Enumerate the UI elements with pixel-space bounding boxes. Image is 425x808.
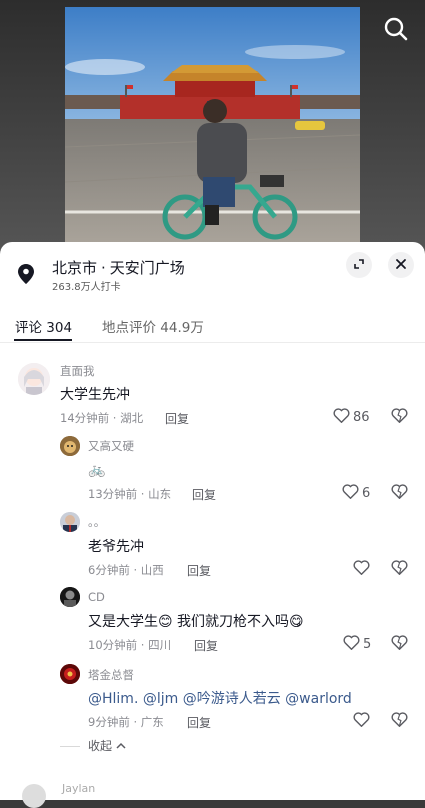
location-city: 北京市 (52, 259, 98, 277)
comment-username[interactable]: 直面我 (60, 363, 95, 379)
avatar[interactable] (18, 363, 50, 395)
reply-button[interactable]: 回复 (194, 637, 218, 654)
dislike-button[interactable] (391, 484, 408, 503)
comment-text: 老爷先冲 (88, 539, 144, 555)
location-checkins: 263.8万人打卡 (52, 282, 121, 293)
heart-icon (333, 408, 350, 427)
location-title[interactable]: 北京市 · 天安门广场 (52, 257, 185, 278)
like-button[interactable]: 6 (342, 484, 370, 503)
broken-heart-icon (391, 635, 408, 654)
location-separator: · (101, 259, 106, 277)
like-count: 6 (362, 486, 371, 501)
broken-heart-icon (391, 408, 408, 427)
dislike-button[interactable] (391, 560, 408, 579)
reply-button[interactable]: 回复 (187, 714, 211, 731)
video-frame[interactable] (65, 7, 360, 243)
avatar[interactable] (22, 784, 46, 808)
broken-heart-icon (391, 560, 408, 579)
like-count: 86 (353, 410, 370, 425)
reply-item[interactable]: 。。 老爷先冲 6分钟前 · 山西 回复 (0, 509, 425, 579)
like-count: 5 (363, 637, 372, 652)
like-button[interactable] (353, 712, 373, 731)
avatar[interactable] (60, 587, 80, 607)
collapse-divider (60, 746, 80, 747)
comment-username[interactable]: 又高又硬 (88, 438, 134, 454)
dislike-button[interactable] (391, 712, 408, 731)
broken-heart-icon (391, 484, 408, 503)
avatar[interactable] (60, 664, 80, 684)
heart-icon (353, 560, 370, 579)
avatar[interactable] (60, 436, 80, 456)
tab-place-reviews[interactable]: 地点评价 44.9万 (102, 316, 204, 336)
like-button[interactable]: 86 (333, 408, 370, 427)
heart-icon (342, 484, 359, 503)
active-tab-indicator (14, 339, 72, 341)
broken-heart-icon (391, 712, 408, 731)
comment-text: 🚲 (88, 462, 106, 478)
comment-sheet: 北京市·天安门广场 263.8万人打卡 评论 304 地点评价 44.9万 (0, 242, 425, 808)
comment-username[interactable]: CD (88, 590, 105, 604)
chevron-up-icon (116, 739, 126, 753)
comment-item[interactable]: 直面我 大学生先冲 14分钟前 · 湖北 回复 86 (0, 358, 425, 428)
tiananmen-scene-image (65, 7, 360, 243)
comment-meta: 9分钟前 · 广东 (88, 715, 164, 729)
comment-username[interactable]: Jaylan (62, 782, 95, 795)
like-button[interactable]: 5 (343, 635, 371, 654)
location-header[interactable]: 北京市 · 天安门广场 263.8万人打卡 (0, 242, 425, 298)
comment-text-mentions[interactable]: @Hlim. @ljm @吟游诗人若云 @warlord (88, 688, 352, 708)
video-area[interactable] (0, 0, 425, 250)
like-button[interactable] (353, 560, 373, 579)
reply-item[interactable]: CD 又是大学生😊 我们就刀枪不入吗😋 10分钟前 · 四川 回复 5 (0, 586, 425, 656)
tab-comments[interactable]: 评论 304 (15, 316, 72, 336)
tab-bar: 评论 304 地点评价 44.9万 (0, 306, 425, 343)
collapse-label: 收起 (88, 739, 113, 753)
avatar[interactable] (60, 512, 80, 532)
comment-meta: 13分钟前 · 山东 (88, 487, 172, 501)
comment-username[interactable]: 。。 (88, 514, 105, 530)
heart-icon (343, 635, 360, 654)
dislike-button[interactable] (391, 635, 408, 654)
location-pin-icon (18, 264, 34, 288)
search-icon[interactable] (383, 16, 409, 42)
comment-meta: 6分钟前 · 山西 (88, 563, 164, 577)
dislike-button[interactable] (391, 408, 408, 427)
comment-text: 大学生先冲 (60, 387, 130, 403)
heart-icon (353, 712, 370, 731)
reply-item[interactable]: 塔金总督 @Hlim. @ljm @吟游诗人若云 @warlord 9分钟前 ·… (0, 662, 425, 732)
comment-username[interactable]: 塔金总督 (88, 667, 134, 683)
close-icon (394, 256, 408, 275)
comment-meta: 14分钟前 · 湖北 (60, 411, 144, 425)
location-place: 天安门广场 (109, 259, 185, 277)
reply-button[interactable]: 回复 (187, 562, 211, 579)
comment-text: 又是大学生😊 我们就刀枪不入吗😋 (88, 614, 304, 630)
expand-button[interactable] (346, 252, 372, 278)
reply-button[interactable]: 回复 (192, 486, 216, 503)
reply-item[interactable]: 又高又硬 🚲 13分钟前 · 山东 回复 6 (0, 433, 425, 503)
comment-meta: 10分钟前 · 四川 (88, 638, 172, 652)
expand-icon (352, 256, 366, 275)
reply-button[interactable]: 回复 (165, 410, 189, 427)
collapse-replies-button[interactable]: 收起 (88, 737, 126, 754)
close-button[interactable] (388, 252, 414, 278)
